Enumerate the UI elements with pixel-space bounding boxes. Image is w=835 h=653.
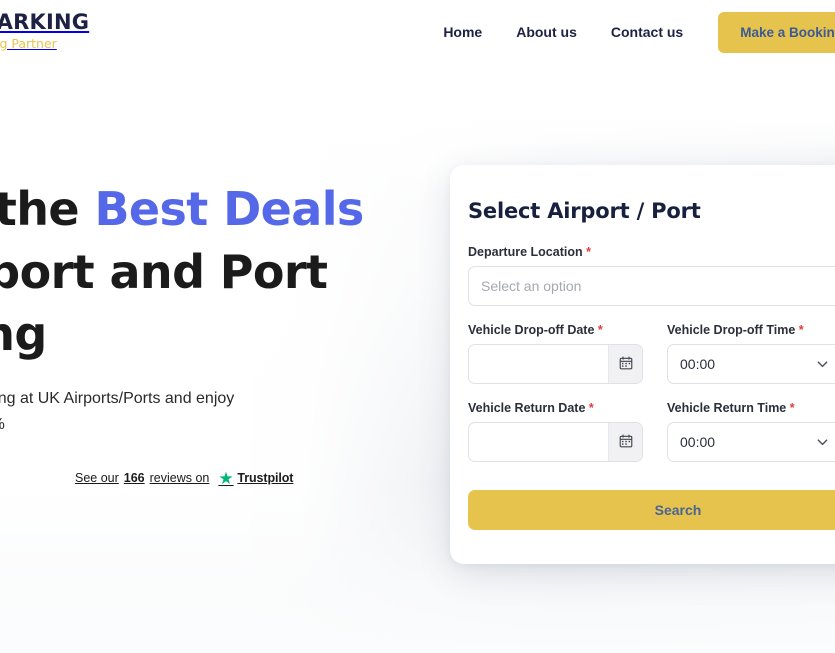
- hero-subtitle: e best parking at UK Airports/Ports and …: [0, 386, 365, 439]
- dropoff-date-control: [468, 344, 643, 384]
- dropoff-date-label: Vehicle Drop-off Date *: [468, 323, 643, 337]
- trustpilot-review-count: 166: [123, 470, 145, 485]
- nav-item-contact-us[interactable]: Contact us: [594, 16, 700, 48]
- main-navigation: Home About us Contact us Make a Booking: [426, 0, 835, 64]
- hero-subtitle-line-1: e best parking at UK Airports/Ports and …: [0, 389, 235, 407]
- chevron-down-icon: [815, 357, 830, 372]
- return-row: Vehicle Return Date * Vehicle Return Tim…: [468, 401, 835, 479]
- calendar-icon: [619, 433, 633, 451]
- dropoff-time-value: 00:00: [680, 356, 716, 372]
- return-date-label-text: Vehicle Return Date: [468, 401, 586, 415]
- required-asterisk: *: [588, 401, 594, 415]
- return-time-label-text: Vehicle Return Time: [667, 401, 787, 415]
- return-date-field: Vehicle Return Date *: [468, 401, 643, 462]
- booking-card-title: Select Airport / Port: [468, 199, 701, 223]
- required-asterisk: *: [789, 401, 795, 415]
- nav-item-home[interactable]: Home: [426, 16, 499, 48]
- page-title: nd the Best Deals Airport and Port rking: [0, 178, 395, 366]
- return-date-input[interactable]: [469, 423, 608, 461]
- star-icon: ★: [218, 469, 234, 489]
- departure-location-label-text: Departure Location: [468, 245, 583, 259]
- dropoff-time-select[interactable]: 00:00: [667, 344, 835, 384]
- dropoff-date-calendar-button[interactable]: [608, 345, 642, 383]
- departure-location-select[interactable]: Select an option: [468, 266, 835, 306]
- hero-subtitle-line-2: of up to 60%: [0, 416, 5, 433]
- dropoff-row: Vehicle Drop-off Date * Vehicle Drop-off…: [468, 323, 835, 401]
- return-time-value: 00:00: [680, 434, 716, 450]
- departure-location-label: Departure Location *: [468, 245, 835, 259]
- return-date-calendar-button[interactable]: [608, 423, 642, 461]
- return-time-label: Vehicle Return Time *: [667, 401, 835, 415]
- hero-section: nd the Best Deals Airport and Port rking…: [0, 178, 395, 489]
- brand-name: VA PARKING: [0, 10, 90, 34]
- departure-location-field: Departure Location * Select an option: [468, 245, 835, 306]
- dropoff-time-label-text: Vehicle Drop-off Time: [667, 323, 796, 337]
- search-button[interactable]: Search: [468, 490, 835, 530]
- make-a-booking-button[interactable]: Make a Booking: [718, 11, 835, 53]
- dropoff-date-label-text: Vehicle Drop-off Date: [468, 323, 595, 337]
- site-header: VA PARKING ur Parking Partner Home About…: [0, 0, 835, 64]
- chevron-down-icon: [815, 435, 830, 450]
- dropoff-time-field: Vehicle Drop-off Time * 00:00: [667, 323, 835, 384]
- brand-tagline: ur Parking Partner: [0, 36, 57, 51]
- required-asterisk: *: [586, 245, 591, 259]
- trustpilot-middle-label: reviews on: [149, 470, 210, 485]
- trustpilot-prefix-label: See our: [75, 470, 119, 485]
- calendar-icon: [619, 355, 633, 373]
- hero-heading-part-1: nd the: [0, 182, 80, 236]
- departure-location-value: Select an option: [481, 278, 582, 294]
- brand-logo[interactable]: VA PARKING ur Parking Partner: [0, 12, 89, 51]
- hero-heading-part-3: rking: [0, 307, 47, 362]
- dropoff-date-field: Vehicle Drop-off Date *: [468, 323, 643, 384]
- required-asterisk: *: [597, 323, 603, 337]
- dropoff-time-label: Vehicle Drop-off Time *: [667, 323, 835, 337]
- hero-heading-accent: Best Deals: [94, 182, 364, 236]
- hero-heading-part-2: Airport and Port: [0, 244, 328, 299]
- return-date-control: [468, 422, 643, 462]
- required-asterisk: *: [798, 323, 804, 337]
- trustpilot-rating[interactable]: See our 166 reviews on ★ Trustpilot: [75, 469, 395, 489]
- trustpilot-brand-label: Trustpilot: [237, 470, 294, 485]
- return-time-select[interactable]: 00:00: [667, 422, 835, 462]
- dropoff-date-input[interactable]: [469, 345, 608, 383]
- return-time-field: Vehicle Return Time * 00:00: [667, 401, 835, 462]
- booking-search-card: Select Airport / Port Departure Location…: [450, 165, 835, 564]
- return-date-label: Vehicle Return Date *: [468, 401, 643, 415]
- nav-item-about-us[interactable]: About us: [499, 16, 594, 48]
